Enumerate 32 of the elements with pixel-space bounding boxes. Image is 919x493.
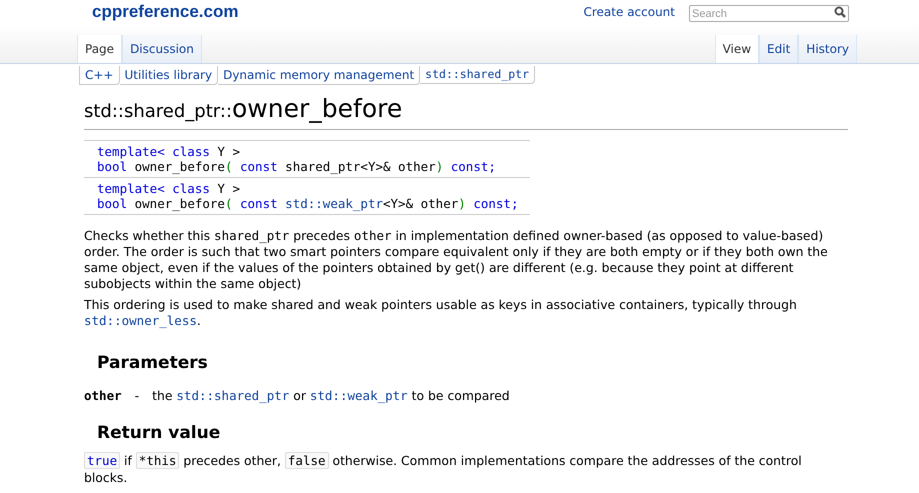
code-literal: false [284,452,329,469]
page-tab[interactable]: History [798,35,857,63]
parameter-description: the std::shared_ptr or std::weak_ptr to be compared [152,386,510,405]
search-icon[interactable] [834,6,846,18]
breadcrumb-link[interactable]: Utilities library [120,66,218,84]
declaration-code: template< class Y > bool owner_before( const std::weak_ptr<Y>& other) const; [84,178,530,215]
page-title: std::shared_ptr::owner_before [84,94,848,130]
description-paragraph: Checks whether this shared_ptr precedes other in implementation defined owner-based (as opposed to value-based) order. The order is such that two smart pointers compare equivalent only if they are both empty or if they both own the same object, even if the values of the pointers obtained by get() are different (e.g. because they point at different subobjects within the same object) [84,228,829,292]
breadcrumb-link[interactable]: std::shared_ptr [420,66,536,84]
description-paragraph: This ordering is used to make shared and weak pointers usable as keys in associative containers, typically through std::owner_less. [84,297,798,329]
site-logo[interactable]: cppreference.com [92,0,238,25]
breadcrumb-link[interactable]: Dynamic memory management [218,66,420,84]
search-field[interactable]: Search [689,5,849,22]
inline-code: shared_ptr [214,228,290,243]
code-link[interactable]: std::owner_less [84,313,197,328]
page-tab[interactable]: Discussion [122,35,202,63]
section-heading: Return value [96,422,222,446]
code-literal: *this [136,452,180,469]
code-literal: true [84,452,120,469]
code-link[interactable]: std::weak_ptr [310,388,408,402]
page-tab[interactable]: Page [77,35,122,63]
declaration-code: template< class Y > bool owner_before( const shared_ptr<Y>& other) const; [84,141,530,178]
inline-code: other [354,228,392,243]
section-heading: Parameters [96,352,209,375]
parameter-name: other [84,386,122,404]
return-value-text: true if *this precedes other, false otherwise. Common implementations compare the addresses of the control blocks. [84,452,803,486]
parameter-dash: - [134,386,140,404]
page-tab[interactable]: Edit [759,35,798,63]
create-account-link[interactable]: Create account [584,3,675,21]
page-tab[interactable]: View [714,35,760,63]
code-link[interactable]: std::shared_ptr [176,388,290,402]
breadcrumb-link[interactable]: C++ [79,66,120,84]
